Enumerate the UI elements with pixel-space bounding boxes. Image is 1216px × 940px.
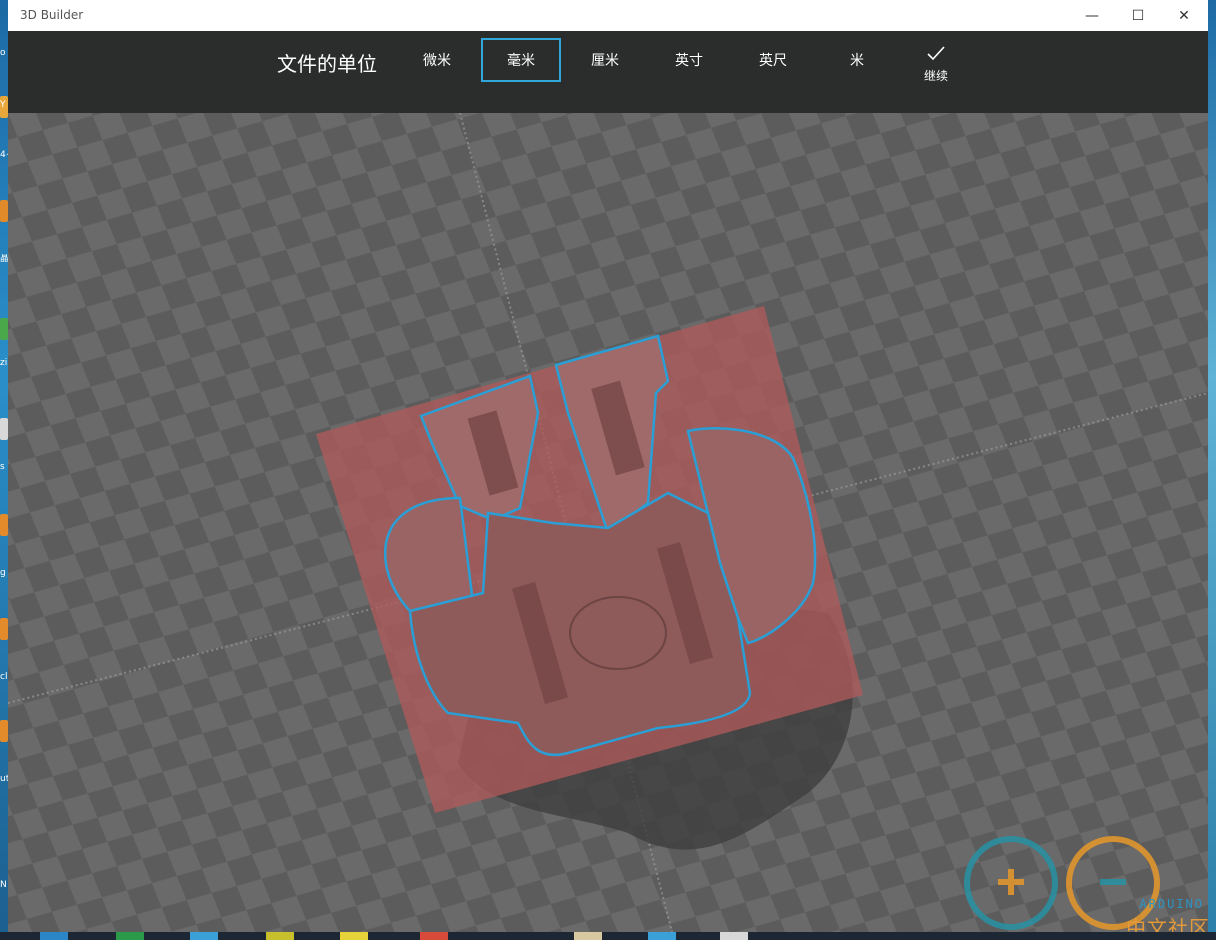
- title-bar[interactable]: 3D Builder — ☐ ✕: [8, 0, 1208, 31]
- desktop-icon-label: cl: [0, 672, 8, 682]
- unit-meter-button[interactable]: 米: [817, 38, 897, 82]
- close-icon: ✕: [1178, 7, 1190, 24]
- taskbar-app-icon[interactable]: [116, 932, 144, 940]
- unit-label: 微米: [423, 53, 451, 69]
- taskbar-app-icon[interactable]: [648, 932, 676, 940]
- app-window: 3D Builder — ☐ ✕ 文件的单位 微米 毫米 厘米 英寸 英尺 米: [8, 0, 1208, 932]
- 3d-viewport[interactable]: [8, 113, 1208, 932]
- unit-label: 厘米: [591, 53, 619, 69]
- taskbar-app-icon[interactable]: [266, 932, 294, 940]
- maximize-button[interactable]: ☐: [1115, 0, 1161, 31]
- continue-button[interactable]: 继续: [900, 43, 972, 93]
- desktop-icon[interactable]: [0, 418, 8, 440]
- taskbar-app-icon[interactable]: [720, 932, 748, 940]
- unit-millimeter-button[interactable]: 毫米: [481, 38, 561, 82]
- desktop-icon[interactable]: [0, 318, 8, 340]
- units-label: 文件的单位: [277, 52, 377, 76]
- window-title: 3D Builder: [20, 8, 84, 22]
- desktop-icon-label: N: [0, 880, 7, 890]
- continue-label: 继续: [923, 69, 948, 83]
- unit-label: 毫米: [507, 53, 535, 69]
- maximize-icon: ☐: [1131, 7, 1145, 24]
- desktop-icon[interactable]: [0, 618, 8, 640]
- unit-foot-button[interactable]: 英尺: [733, 38, 813, 82]
- desktop-icon-label: 4+: [0, 150, 8, 160]
- taskbar-app-icon[interactable]: [420, 932, 448, 940]
- minimize-icon: —: [1085, 7, 1099, 24]
- desktop-icon[interactable]: [0, 200, 8, 222]
- unit-label: 米: [850, 53, 864, 69]
- unit-micrometer-button[interactable]: 微米: [397, 38, 477, 82]
- desktop-icon-label: 晶: [0, 254, 8, 264]
- unit-label: 英寸: [675, 53, 703, 69]
- units-toolbar: 文件的单位 微米 毫米 厘米 英寸 英尺 米 继续: [8, 31, 1208, 113]
- taskbar-app-icon[interactable]: [340, 932, 368, 940]
- desktop-icon-label: zi: [0, 358, 8, 368]
- desktop-icon-label: g: [0, 568, 6, 578]
- taskbar-app-icon[interactable]: [574, 932, 602, 940]
- unit-centimeter-button[interactable]: 厘米: [565, 38, 645, 82]
- close-button[interactable]: ✕: [1161, 0, 1207, 31]
- unit-inch-button[interactable]: 英寸: [649, 38, 729, 82]
- taskbar-app-icon[interactable]: [40, 932, 68, 940]
- watermark-brand: ARDUINO: [1139, 897, 1204, 911]
- 3d-scene[interactable]: [8, 113, 1208, 932]
- desktop-icon[interactable]: [0, 514, 8, 536]
- desktop-icon-label: o: [0, 48, 6, 58]
- desktop-icon[interactable]: [0, 720, 8, 742]
- taskbar: [0, 932, 1216, 940]
- desktop-icon-label: ut: [0, 774, 8, 784]
- unit-label: 英尺: [759, 53, 787, 69]
- desktop-icon-label: Y: [0, 100, 6, 110]
- minimize-button[interactable]: —: [1069, 0, 1115, 31]
- desktop-icon-label: s: [0, 462, 5, 472]
- checkmark-icon: [927, 46, 945, 61]
- taskbar-app-icon[interactable]: [190, 932, 218, 940]
